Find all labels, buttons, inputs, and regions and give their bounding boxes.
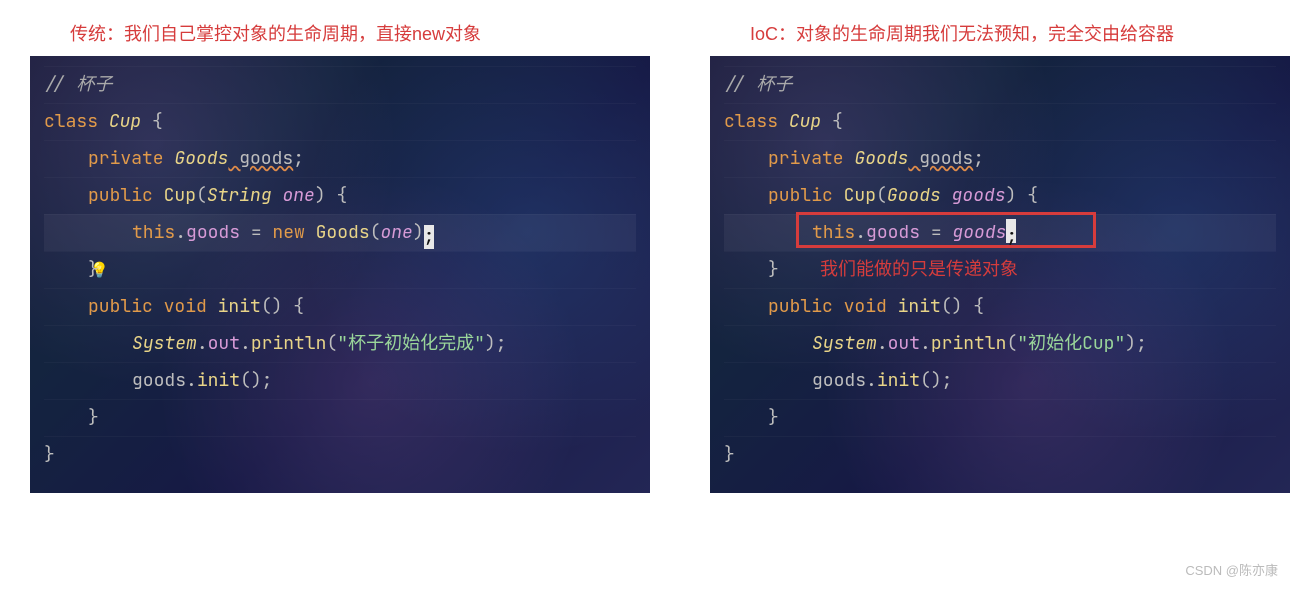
code-line: System.out.println("杯子初始化完成"); (44, 325, 636, 362)
comparison-row: 传统：我们自己掌控对象的生命周期，直接new对象 💡 // 杯子 class C… (30, 20, 1278, 493)
code-line: private Goods goods; (44, 140, 636, 177)
left-title: 传统：我们自己掌控对象的生命周期，直接new对象 (70, 20, 650, 46)
code-line: } (724, 399, 1276, 436)
code-line: } (44, 436, 636, 473)
code-line: class Cup { (724, 103, 1276, 140)
code-line: public void init() { (724, 288, 1276, 325)
code-line: public void init() { (44, 288, 636, 325)
highlight-box (796, 212, 1096, 248)
code-line: public Cup(Goods goods) { (724, 177, 1276, 214)
code-line: // 杯子 (724, 66, 1276, 103)
cursor: ; (424, 225, 434, 249)
code-line: class Cup { (44, 103, 636, 140)
left-column: 传统：我们自己掌控对象的生命周期，直接new对象 💡 // 杯子 class C… (30, 20, 650, 493)
code-line: System.out.println("初始化Cup"); (724, 325, 1276, 362)
code-line: } (44, 251, 636, 288)
code-line-highlighted: this.goods = new Goods(one); (44, 214, 636, 251)
watermark: CSDN @陈亦康 (1185, 560, 1278, 579)
code-line: goods.init(); (724, 362, 1276, 399)
right-title: IoC：对象的生命周期我们无法预知，完全交由给容器 (750, 20, 1290, 46)
code-line: private Goods goods; (724, 140, 1276, 177)
annotation-text: 我们能做的只是传递对象 (820, 252, 1018, 288)
left-editor: 💡 // 杯子 class Cup { private Goods goods;… (30, 56, 650, 493)
code-line: } (724, 436, 1276, 473)
code-line: goods.init(); (44, 362, 636, 399)
code-line: } (44, 399, 636, 436)
right-column: IoC：对象的生命周期我们无法预知，完全交由给容器 // 杯子 class Cu… (710, 20, 1290, 493)
right-editor: // 杯子 class Cup { private Goods goods; p… (710, 56, 1290, 493)
code-line: // 杯子 (44, 66, 636, 103)
code-line: public Cup(String one) { (44, 177, 636, 214)
